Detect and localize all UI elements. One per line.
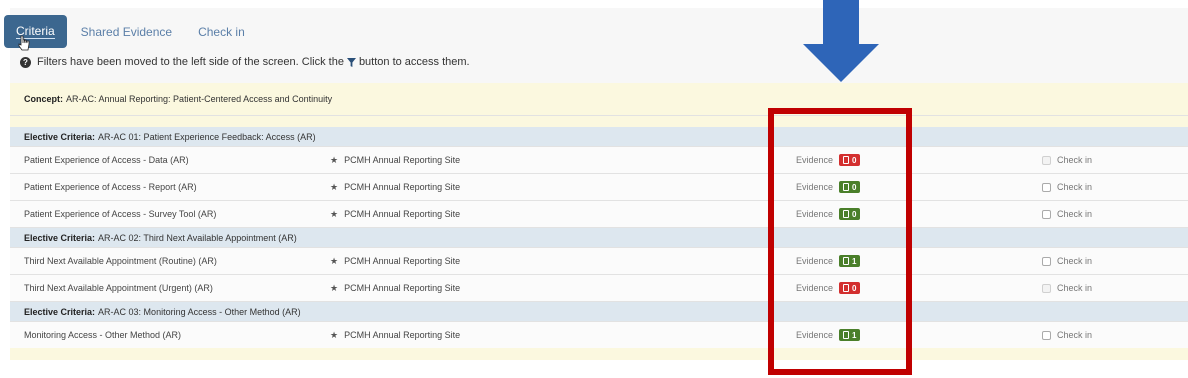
tab-check-in[interactable]: Check in [186,15,257,48]
tab-shared-evidence[interactable]: Shared Evidence [69,15,184,48]
criteria-name: Third Next Available Appointment (Routin… [24,256,217,266]
criteria-name: Third Next Available Appointment (Urgent… [24,283,213,293]
section-label: Elective Criteria: [24,306,96,317]
table-footer [10,348,1188,360]
check-in-label: Check in [1057,330,1093,340]
check-in-cell: Check in [1042,322,1092,348]
star-icon: ★ [330,282,339,293]
site-cell: ★ PCMH Annual Reporting Site [330,201,460,227]
table-row: Patient Experience of Access - Data (AR)… [10,147,1188,174]
check-in-cell: Check in [1042,275,1092,301]
star-icon: ★ [330,154,339,165]
star-icon: ★ [330,208,339,219]
site-name: PCMH Annual Reporting Site [344,155,461,165]
table-row: Patient Experience of Access - Survey To… [10,201,1188,228]
section-header-row: Elective Criteria: AR-AC 01: Patient Expe… [10,127,1188,147]
app-window: Criteria Shared Evidence Check in ? Filt… [0,0,1188,378]
check-in-label: Check in [1057,182,1093,192]
check-in-label: Check in [1057,283,1093,293]
tab-criteria[interactable]: Criteria [4,15,67,48]
table-row: Patient Experience of Access - Report (A… [10,174,1188,201]
tab-check-in-label: Check in [198,24,245,39]
table-row: Third Next Available Appointment (Routin… [10,248,1188,275]
check-in-cell: Check in [1042,201,1092,227]
section-header-row: Elective Criteria: AR-AC 03: Monitoring A… [10,302,1188,322]
check-in-cell: Check in [1042,248,1092,274]
site-name: PCMH Annual Reporting Site [344,209,461,219]
concept-value: AR-AC: Annual Reporting: Patient-Centere… [66,94,333,104]
section-value: AR-AC 03: Monitoring Access - Other Meth… [98,306,301,317]
star-icon: ★ [330,181,339,192]
concept-row: Concept: AR-AC: Annual Reporting: Patient… [10,83,1188,116]
check-in-checkbox[interactable] [1042,209,1051,219]
tab-bar: Criteria Shared Evidence Check in [4,15,257,48]
concept-cell: Concept: AR-AC: Annual Reporting: Patient… [24,83,332,115]
site-cell: ★ PCMH Annual Reporting Site [330,174,460,200]
check-in-cell: Check in [1042,174,1092,200]
criteria-name: Patient Experience of Access - Data (AR) [24,155,189,165]
evidence-highlight-box [768,108,912,375]
concept-spacer [10,116,1188,127]
section-header-cell: Elective Criteria: AR-AC 03: Monitoring A… [24,302,301,321]
section-value: AR-AC 01: Patient Experience Feedback: A… [98,131,316,142]
mouse-cursor-icon [18,35,30,51]
star-icon: ★ [330,329,339,340]
section-header-row: Elective Criteria: AR-AC 02: Third Next A… [10,228,1188,248]
concept-label: Concept: [24,94,63,104]
info-text-after: button to access them. [358,56,470,68]
table-row: Third Next Available Appointment (Urgent… [10,275,1188,302]
section-header-cell: Elective Criteria: AR-AC 01: Patient Expe… [24,127,316,146]
check-in-label: Check in [1057,256,1093,266]
tab-shared-evidence-label: Shared Evidence [80,24,173,39]
site-name: PCMH Annual Reporting Site [344,182,461,192]
check-in-label: Check in [1057,155,1093,165]
section-label: Elective Criteria: [24,131,96,142]
check-in-checkbox[interactable] [1042,256,1051,266]
check-in-checkbox [1042,155,1051,165]
check-in-checkbox [1042,283,1051,293]
star-icon: ★ [330,255,339,266]
site-cell: ★ PCMH Annual Reporting Site [330,147,460,173]
section-label: Elective Criteria: [24,232,96,243]
site-name: PCMH Annual Reporting Site [344,330,461,340]
filters-info: ? Filters have been moved to the left si… [20,56,470,68]
site-cell: ★ PCMH Annual Reporting Site [330,322,460,348]
down-arrow-icon [803,0,879,82]
site-cell: ★ PCMH Annual Reporting Site [330,275,460,301]
check-in-label: Check in [1057,209,1093,219]
filter-icon [346,57,356,67]
check-in-checkbox[interactable] [1042,182,1051,192]
section-header-cell: Elective Criteria: AR-AC 02: Third Next A… [24,228,297,247]
info-text-before: Filters have been moved to the left side… [37,56,344,68]
criteria-name: Monitoring Access - Other Method (AR) [24,330,182,340]
site-name: PCMH Annual Reporting Site [344,256,461,266]
section-value: AR-AC 02: Third Next Available Appointme… [98,232,297,243]
check-in-checkbox[interactable] [1042,330,1051,340]
site-cell: ★ PCMH Annual Reporting Site [330,248,460,274]
site-name: PCMH Annual Reporting Site [344,283,461,293]
check-in-cell: Check in [1042,147,1092,173]
criteria-name: Patient Experience of Access - Survey To… [24,209,217,219]
table-row: Monitoring Access - Other Method (AR) ★ PC… [10,322,1188,349]
question-circle-icon: ? [20,56,31,68]
criteria-name: Patient Experience of Access - Report (A… [24,182,197,192]
criteria-table: Concept: AR-AC: Annual Reporting: Patient… [10,83,1188,349]
